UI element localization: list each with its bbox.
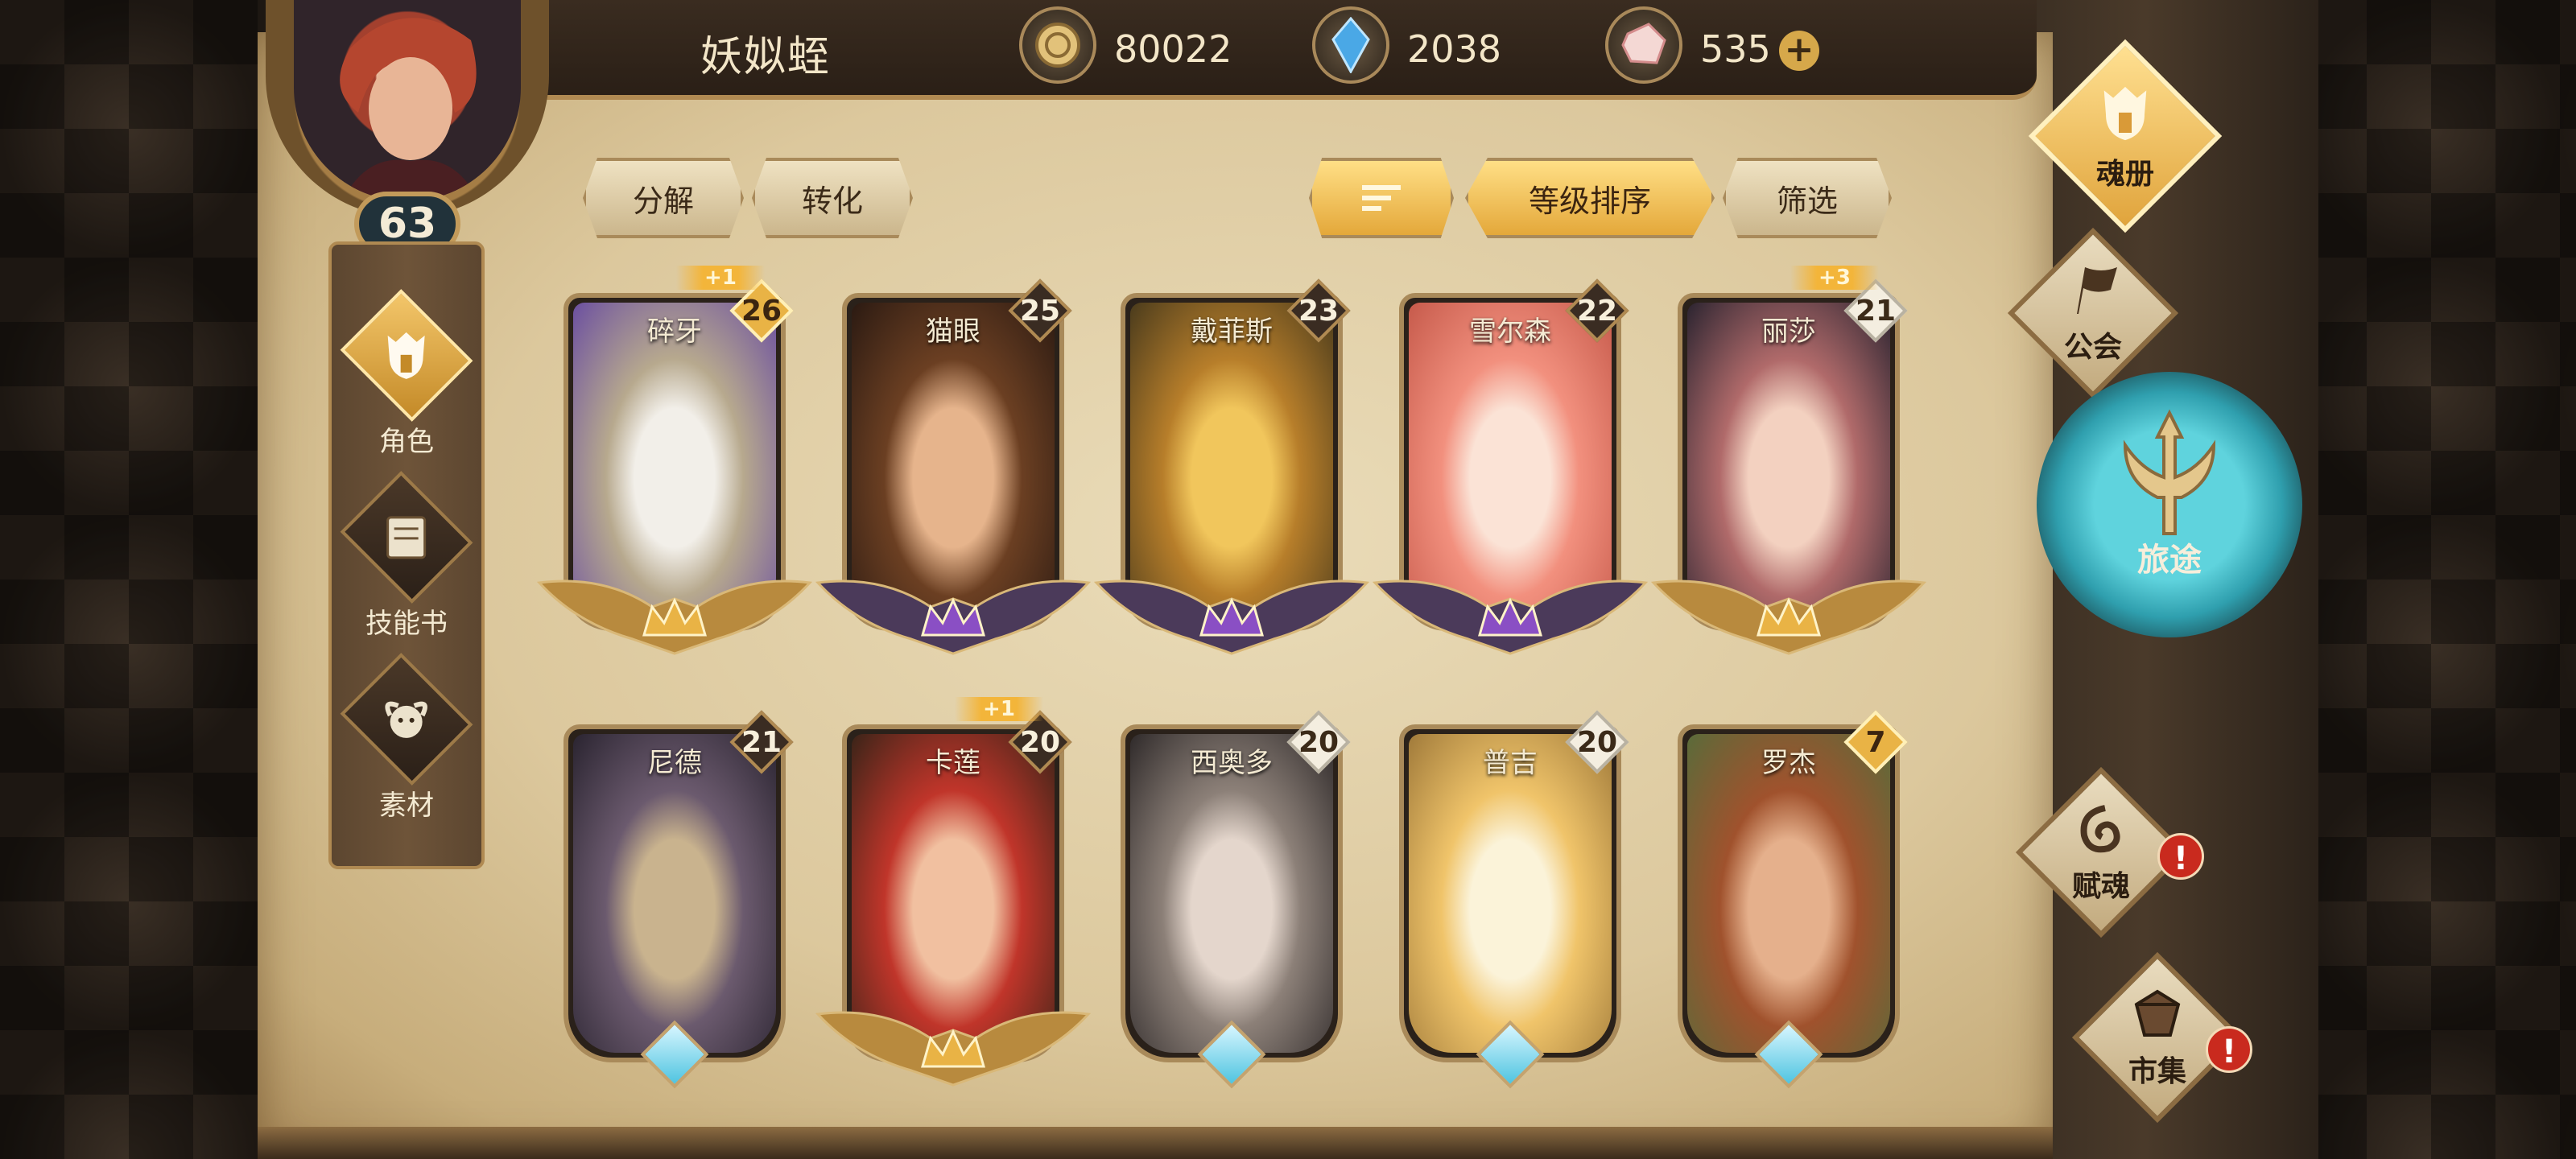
nav-material-label: 素材 — [379, 790, 434, 822]
hero-level-badge: 25 — [1008, 278, 1072, 343]
hero-level: 21 — [741, 725, 782, 759]
nav-character[interactable]: 角色 — [338, 289, 475, 459]
hero-card[interactable]: 碎牙 26 +1 — [536, 266, 813, 671]
convert-button[interactable]: 转化 — [752, 158, 913, 238]
nav-soul-book[interactable]: 魂册 — [2021, 39, 2230, 233]
hero-level: 20 — [1576, 725, 1618, 759]
gold-rank-wing-icon — [815, 1011, 1092, 1087]
journey-label: 旅途 — [2137, 542, 2202, 579]
crystal-amount: 2038 — [1407, 27, 1502, 71]
parchment-edge — [258, 1127, 2053, 1159]
sort-lines-icon — [1362, 185, 1401, 211]
gold-rank-wing-icon — [536, 580, 813, 655]
hero-level: 26 — [741, 294, 782, 328]
hero-level: 7 — [1865, 725, 1886, 759]
hero-level: 20 — [1298, 725, 1340, 759]
hero-portrait — [1130, 734, 1333, 1053]
hero-plus-tag: +1 — [676, 266, 765, 290]
hero-card[interactable]: 丽莎 21 +3 — [1650, 266, 1927, 671]
hero-plus-tag: +3 — [1790, 266, 1879, 290]
nav-skill-book-label: 技能书 — [365, 608, 448, 640]
hero-card[interactable]: 戴菲斯 23 — [1093, 278, 1370, 671]
empower-alert-icon: ! — [2157, 833, 2204, 880]
nav-skill-book[interactable]: 技能书 — [338, 471, 475, 641]
hero-level: 23 — [1298, 294, 1340, 328]
hero-card[interactable]: 西奥多 20 — [1121, 710, 1351, 1103]
journey-button[interactable]: 旅途 — [2037, 372, 2302, 637]
guild-label: 公会 — [2063, 331, 2122, 364]
player-name: 妖姒蛭 — [700, 33, 832, 81]
purple-rank-wing-icon — [1372, 580, 1649, 655]
sort-by-level-button[interactable]: 等级排序 — [1465, 158, 1715, 238]
hero-plus-tag: +1 — [955, 697, 1043, 721]
purple-rank-wing-icon — [815, 580, 1092, 655]
left-backdrop — [0, 0, 266, 1159]
purple-rank-wing-icon — [1093, 580, 1370, 655]
material-icon — [385, 701, 428, 738]
pink-gem-icon — [1605, 6, 1682, 84]
guild-flag-icon — [2077, 267, 2117, 314]
hero-level-badge: 7 — [1843, 710, 1908, 774]
right-backdrop — [2302, 0, 2576, 1159]
nav-guild[interactable]: 公会 — [1988, 227, 2198, 399]
hero-level: 21 — [1855, 294, 1897, 328]
book-icon — [386, 516, 427, 559]
helmet-icon — [388, 332, 425, 379]
nav-material[interactable]: 素材 — [338, 653, 475, 823]
filter-button[interactable]: 筛选 — [1723, 158, 1892, 238]
blue-crystal-icon — [1312, 6, 1389, 84]
gold-coin-icon — [1019, 6, 1096, 84]
empower-label: 赋魂 — [2071, 870, 2130, 903]
gold-rank-wing-icon — [1650, 580, 1927, 655]
hero-level: 20 — [1019, 725, 1061, 759]
hero-level: 22 — [1576, 294, 1618, 328]
hero-card[interactable]: 尼德 21 — [564, 710, 794, 1103]
hero-portrait — [573, 734, 776, 1053]
hero-level-badge: 22 — [1565, 278, 1629, 343]
hero-level-badge: 20 — [1565, 710, 1629, 774]
decompose-button[interactable]: 分解 — [583, 158, 744, 238]
soul-book-label: 魂册 — [2095, 158, 2154, 191]
market-gem-icon — [2134, 989, 2181, 1037]
market-label: 市集 — [2128, 1055, 2186, 1088]
hero-level-badge: 21 — [729, 710, 794, 774]
nav-material-diamond — [340, 653, 473, 786]
hero-card[interactable]: 雪尔森 22 — [1372, 278, 1649, 671]
nav-character-diamond — [340, 289, 473, 422]
gold-amount: 80022 — [1114, 27, 1232, 71]
gem-amount: 535 — [1700, 27, 1771, 71]
market-alert-icon: ! — [2206, 1026, 2252, 1073]
hero-card[interactable]: 猫眼 25 — [815, 278, 1092, 671]
nav-skill-book-diamond — [340, 471, 473, 604]
hero-portrait — [1409, 734, 1612, 1053]
helmet-icon — [2103, 86, 2147, 141]
sort-order-button[interactable] — [1309, 158, 1454, 238]
hero-card[interactable]: 卡莲 20 +1 — [815, 697, 1092, 1103]
hero-card-frame: 普吉 — [1399, 724, 1621, 1062]
hero-card-frame: 尼德 — [564, 724, 786, 1062]
add-gem-button[interactable]: + — [1779, 31, 1819, 71]
hero-card-frame: 西奥多 — [1121, 724, 1343, 1062]
swirl-icon — [2080, 805, 2120, 853]
hero-level-badge: 20 — [1286, 710, 1351, 774]
hero-level: 25 — [1019, 294, 1061, 328]
hero-card[interactable]: 普吉 20 — [1399, 710, 1629, 1103]
nav-character-label: 角色 — [379, 426, 434, 458]
hero-level-badge: 23 — [1286, 278, 1351, 343]
hero-card[interactable]: 罗杰 7 — [1678, 710, 1908, 1103]
hero-card-frame: 罗杰 — [1678, 724, 1900, 1062]
hero-portrait — [1687, 734, 1890, 1053]
trident-emblem-icon — [2123, 409, 2216, 535]
